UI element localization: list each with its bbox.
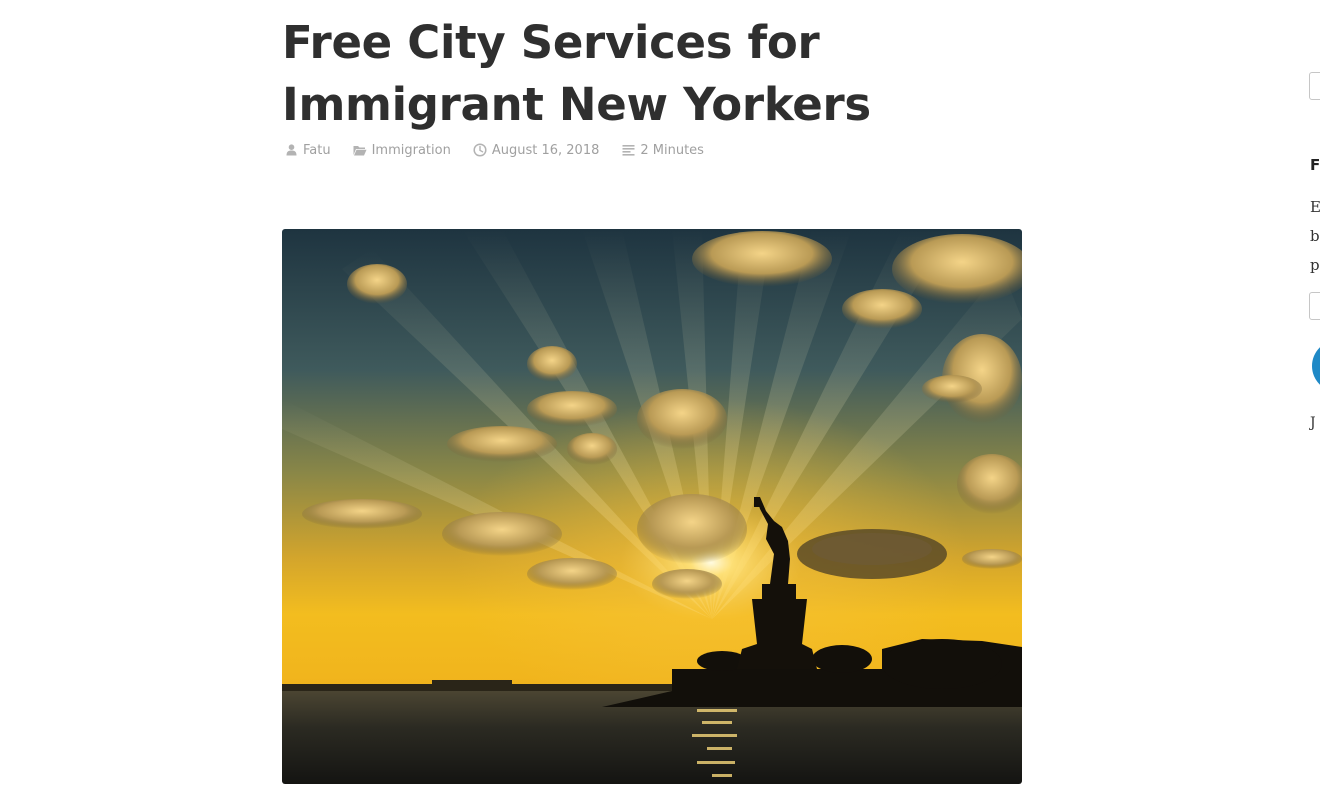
meta-date[interactable]: August 16, 2018 (473, 143, 600, 158)
folder-icon (353, 143, 367, 157)
sidebar-search-input[interactable] (1309, 72, 1320, 100)
user-icon (284, 143, 298, 157)
statue-of-liberty-sunset-image (282, 229, 1022, 784)
meta-reading-time: 2 Minutes (621, 143, 704, 158)
sidebar-text-line: p (1310, 256, 1320, 274)
meta-author[interactable]: Fatu (284, 143, 331, 158)
sidebar-widget-heading: F (1310, 156, 1320, 174)
reading-time-label: 2 Minutes (640, 142, 704, 158)
meta-category[interactable]: Immigration (353, 143, 451, 158)
category-link[interactable]: Immigration (372, 143, 451, 158)
sidebar-text-line: bl (1310, 227, 1320, 245)
date-link[interactable]: August 16, 2018 (492, 143, 600, 158)
author-link[interactable]: Fatu (303, 143, 331, 158)
post-title: Free City Services for Immigrant New Yor… (282, 16, 871, 131)
text-lines-icon (621, 143, 635, 157)
sidebar-email-input[interactable] (1309, 292, 1320, 320)
sidebar-widget-text: E bl p (1310, 193, 1320, 280)
sidebar-join-text: J (1310, 415, 1316, 431)
sidebar-text-line: E (1310, 198, 1320, 216)
clock-icon (473, 143, 487, 157)
sidebar-follow-button[interactable] (1312, 340, 1320, 392)
post-meta: Fatu Immigration August 16, 2018 2 Minut… (284, 140, 726, 160)
featured-image (282, 229, 1022, 784)
sidebar: F E bl p J (1309, 0, 1320, 790)
